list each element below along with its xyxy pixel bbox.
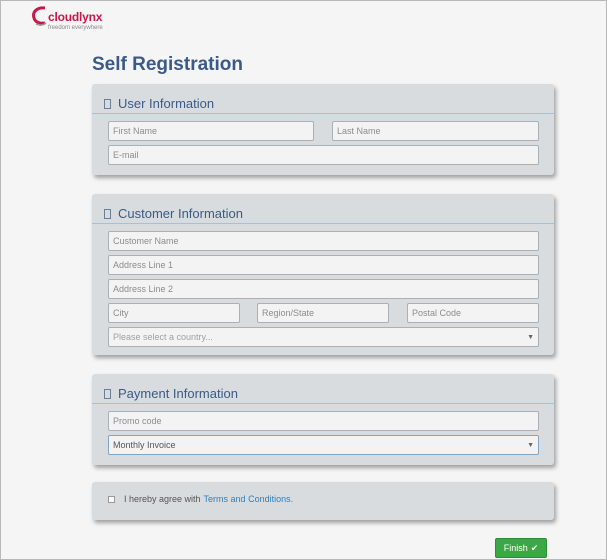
user-information-panel: User Information First Name Last Name E-… — [92, 84, 554, 175]
postal-code-input[interactable]: Postal Code — [407, 303, 539, 323]
region-state-placeholder: Region/State — [262, 308, 315, 318]
logo-swoosh-icon — [32, 6, 47, 26]
customer-name-input[interactable]: Customer Name — [108, 231, 539, 251]
section-icon — [104, 389, 111, 399]
customer-information-heading: Customer Information — [118, 206, 243, 221]
payment-method-value: Monthly Invoice — [113, 440, 176, 450]
logo-tagline: freedom everywhere — [48, 25, 103, 31]
payment-method-select[interactable]: Monthly Invoice ▼ — [108, 435, 539, 455]
address-line-2-input[interactable]: Address Line 2 — [108, 279, 539, 299]
finish-label: Finish — [503, 543, 528, 553]
address-line-1-input[interactable]: Address Line 1 — [108, 255, 539, 275]
logo-name: cloudlynx — [48, 10, 103, 24]
agreement-text: I hereby agree with — [124, 494, 201, 504]
promo-code-input[interactable]: Promo code — [108, 411, 539, 431]
address-line-2-placeholder: Address Line 2 — [113, 284, 174, 294]
postal-code-placeholder: Postal Code — [412, 308, 462, 318]
page-title: Self Registration — [92, 54, 243, 75]
customer-name-placeholder: Customer Name — [113, 236, 179, 246]
chevron-down-icon: ▼ — [527, 442, 534, 449]
city-input[interactable]: City — [108, 303, 240, 323]
last-name-input[interactable]: Last Name — [332, 121, 539, 141]
address-line-1-placeholder: Address Line 1 — [113, 260, 174, 270]
customer-information-header: Customer Information — [92, 194, 554, 224]
cloudlynx-logo: cloudlynx freedom everywhere — [31, 5, 121, 35]
agreement-row: I hereby agree with Terms and Conditions… — [108, 494, 293, 504]
promo-code-placeholder: Promo code — [113, 416, 162, 426]
finish-button[interactable]: Finish ✔ — [495, 538, 547, 558]
country-placeholder: Please select a country... — [113, 332, 213, 342]
user-information-heading: User Information — [118, 96, 215, 111]
payment-information-heading: Payment Information — [118, 386, 238, 401]
chevron-down-icon: ▼ — [527, 334, 534, 341]
last-name-placeholder: Last Name — [337, 126, 381, 136]
email-input[interactable]: E-mail — [108, 145, 539, 165]
agreement-panel: I hereby agree with Terms and Conditions… — [92, 482, 554, 520]
payment-information-panel: Payment Information Promo code Monthly I… — [92, 374, 554, 465]
section-icon — [104, 99, 111, 109]
first-name-input[interactable]: First Name — [108, 121, 314, 141]
country-select[interactable]: Please select a country... ▼ — [108, 327, 539, 347]
customer-information-panel: Customer Information Customer Name Addre… — [92, 194, 554, 355]
city-placeholder: City — [113, 308, 129, 318]
terms-link[interactable]: Terms and Conditions. — [204, 494, 294, 504]
section-icon — [104, 209, 111, 219]
region-state-input[interactable]: Region/State — [257, 303, 389, 323]
first-name-placeholder: First Name — [113, 126, 158, 136]
payment-information-header: Payment Information — [92, 374, 554, 404]
check-icon: ✔ — [530, 542, 539, 553]
terms-checkbox[interactable] — [108, 495, 115, 503]
email-placeholder: E-mail — [113, 150, 139, 160]
user-information-header: User Information — [92, 84, 554, 114]
